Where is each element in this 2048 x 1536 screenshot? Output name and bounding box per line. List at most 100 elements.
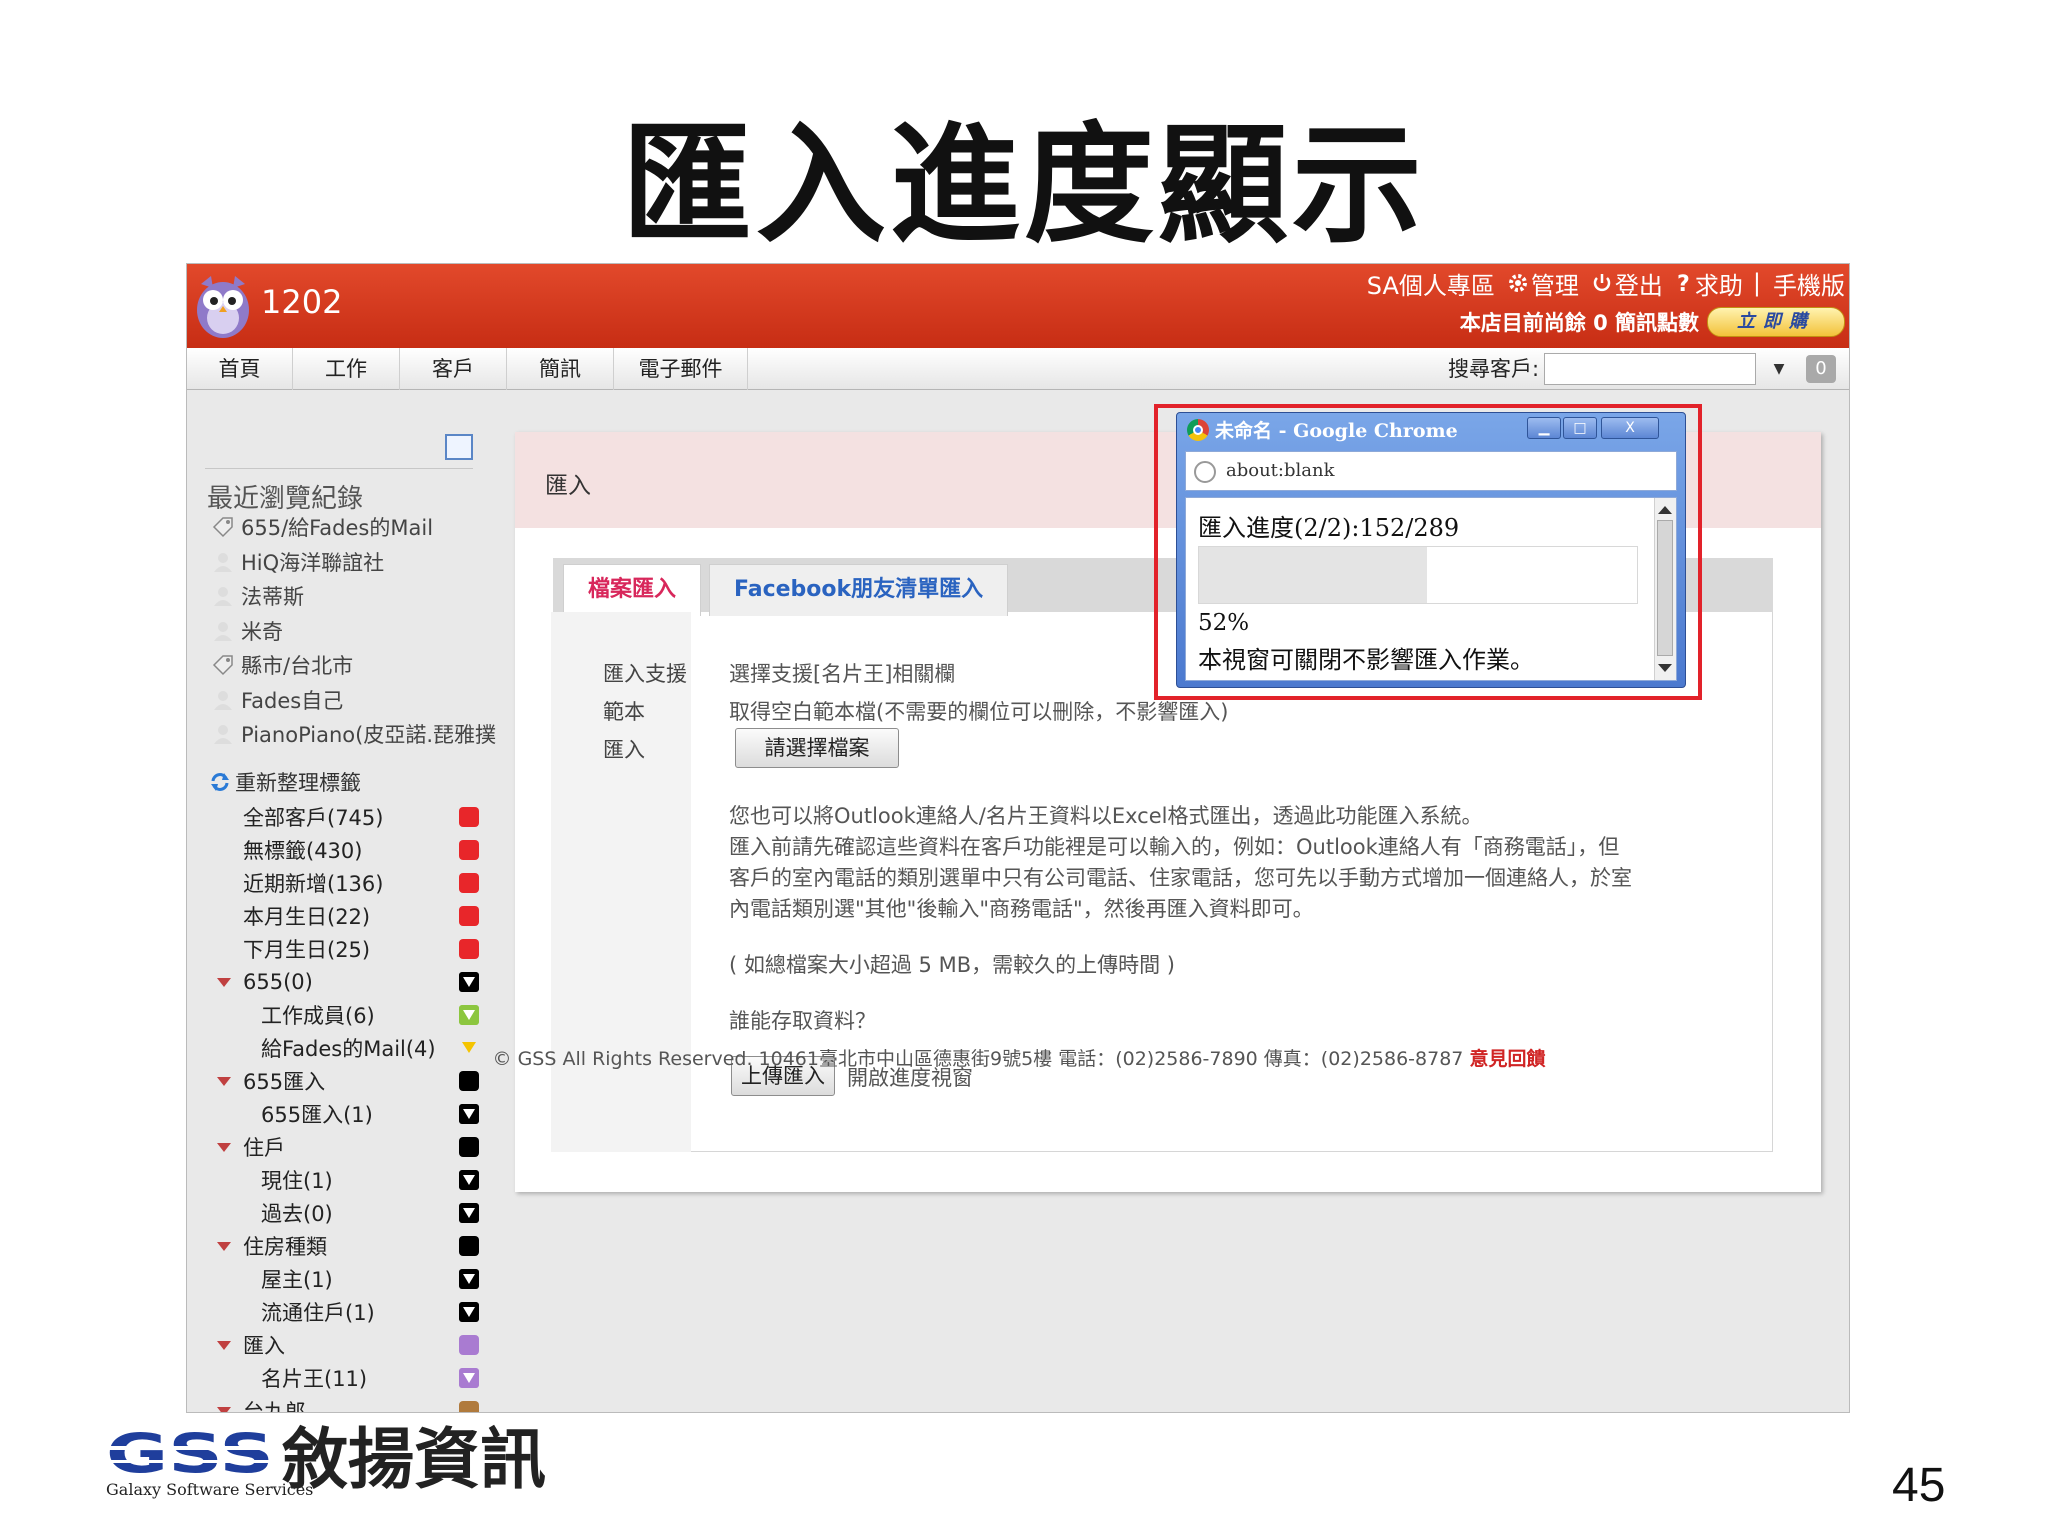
content-heading: 匯入 — [545, 473, 591, 499]
minimize-button[interactable]: ▁ — [1527, 417, 1561, 439]
scroll-up-icon[interactable] — [1658, 506, 1672, 514]
template-download-link[interactable]: 取得空白範本檔(不需要的欄位可以刪除，不影響匯入) — [729, 696, 1228, 726]
tag-item-label: 下月生日(25) — [243, 938, 371, 962]
search-customer-input[interactable] — [1544, 353, 1756, 385]
tag-filter-icon[interactable] — [459, 1005, 479, 1025]
tag-filter-icon[interactable] — [459, 1368, 479, 1388]
nav-tab-sms[interactable]: 簡訊 — [507, 348, 614, 390]
globe-icon — [1194, 461, 1216, 483]
sidebar-collapse-icon[interactable] — [445, 434, 473, 460]
maximize-button[interactable]: □ — [1563, 417, 1597, 439]
nav-tab-work[interactable]: 工作 — [293, 348, 400, 390]
recent-item[interactable]: Fades自己 — [211, 685, 343, 715]
tag-item[interactable]: 屋主(1) — [261, 1264, 333, 1294]
progress-popup-window[interactable]: 未命名 - Google Chrome ▁ □ X about:blank 匯入… — [1176, 412, 1686, 688]
recent-item[interactable]: 縣市/台北市 — [211, 650, 353, 680]
recent-item[interactable]: 法蒂斯 — [211, 581, 304, 611]
tag-color-swatch[interactable] — [459, 840, 479, 860]
recent-item[interactable]: 米奇 — [211, 616, 283, 646]
scroll-down-icon[interactable] — [1658, 664, 1672, 672]
tag-item[interactable]: 現住(1) — [261, 1165, 333, 1195]
recent-item-label: HiQ海洋聯誼社 — [241, 550, 385, 575]
sms-balance-text: 本店目前尚餘 0 簡訊點數 — [1459, 311, 1699, 335]
tag-filter-icon[interactable] — [459, 972, 479, 992]
tag-filter-icon[interactable] — [459, 1104, 479, 1124]
help-link[interactable]: ? 求助 — [1675, 266, 1743, 301]
page-number: 45 — [1892, 1459, 1946, 1512]
tag-color-swatch[interactable] — [459, 1137, 479, 1157]
tag-filter-icon[interactable] — [459, 1269, 479, 1289]
access-question-link[interactable]: 誰能存取資料？ — [729, 1005, 876, 1035]
expand-arrow-icon[interactable] — [217, 978, 231, 987]
tag-color-swatch[interactable] — [459, 807, 479, 827]
nav-tab-customers[interactable]: 客戶 — [400, 348, 507, 390]
tag-item-label: 名片王(11) — [261, 1367, 368, 1391]
expand-arrow-icon[interactable] — [217, 1143, 231, 1152]
popup-address-bar[interactable]: about:blank — [1185, 451, 1677, 491]
tag-filter-icon[interactable] — [459, 1170, 479, 1190]
expand-arrow-icon[interactable] — [217, 1407, 231, 1412]
recent-item[interactable]: 655/給Fades的Mail — [211, 512, 433, 542]
tag-item[interactable]: 過去(0) — [261, 1198, 333, 1228]
popup-close-note: 本視窗可關閉不影響匯入作業。 — [1198, 646, 1534, 674]
tag-item[interactable]: 無標籤(430) — [243, 835, 362, 865]
tab-facebook-import[interactable]: Facebook朋友清單匯入 — [709, 564, 1009, 616]
feedback-link[interactable]: 意見回饋 — [1469, 1048, 1545, 1070]
tag-item-label: 本月生日(22) — [243, 905, 371, 929]
tag-item[interactable]: 住房種類 — [243, 1231, 327, 1261]
nav-tab-email[interactable]: 電子郵件 — [614, 348, 748, 390]
tag-item[interactable]: 下月生日(25) — [243, 934, 370, 964]
sa-personal-link[interactable]: SA個人專區 — [1367, 266, 1495, 301]
tag-item[interactable]: 全部客戶(745) — [243, 802, 383, 832]
popup-scrollbar[interactable] — [1654, 498, 1676, 680]
description-line-3: 客戶的室內電話的類別選單中只有公司電話、住家電話，您可先以手動方式增加一個連絡人… — [729, 866, 1632, 890]
tag-filter-icon[interactable] — [459, 1302, 479, 1322]
tab-file-import[interactable]: 檔案匯入 — [563, 564, 702, 616]
tag-color-swatch[interactable] — [459, 1236, 479, 1256]
tag-color-swatch[interactable] — [459, 1335, 479, 1355]
close-button[interactable]: X — [1601, 417, 1659, 439]
recent-item[interactable]: PianoPiano(皮亞諾.琵雅撲 — [211, 719, 496, 749]
tag-item[interactable]: 近期新增(136) — [243, 868, 383, 898]
expand-arrow-icon[interactable] — [217, 1077, 231, 1086]
scroll-thumb[interactable] — [1657, 520, 1673, 656]
tag-item[interactable]: 655匯入(1) — [261, 1099, 373, 1129]
choose-file-button[interactable]: 請選擇檔案 — [735, 728, 899, 768]
logout-link[interactable]: 登出 — [1591, 266, 1663, 301]
tag-color-swatch[interactable] — [459, 1401, 479, 1412]
tag-icon — [211, 515, 235, 539]
tag-item[interactable]: 台九郎 — [243, 1396, 306, 1412]
tag-item[interactable]: 工作成員(6) — [261, 1000, 375, 1030]
tag-item[interactable]: 流通住戶(1) — [261, 1297, 375, 1327]
slide: 匯入進度顯示 1202 SA個人專區 管理 登出 ? 求助 | 手機版 本店目前… — [0, 0, 2048, 1536]
person-icon — [211, 619, 235, 643]
tag-filter-icon[interactable] — [459, 1203, 479, 1223]
app-header: 1202 SA個人專區 管理 登出 ? 求助 | 手機版 本店目前尚餘 0 簡訊… — [187, 264, 1849, 348]
tag-icon — [211, 653, 235, 677]
nav-tab-home[interactable]: 首頁 — [187, 348, 293, 390]
tag-color-swatch[interactable] — [459, 939, 479, 959]
tag-item[interactable]: 住戶 — [243, 1132, 285, 1162]
tag-item[interactable]: 本月生日(22) — [243, 901, 370, 931]
tag-item[interactable]: 655(0) — [243, 967, 313, 997]
recent-item[interactable]: HiQ海洋聯誼社 — [211, 547, 384, 577]
tag-item-label: 住戶 — [243, 1136, 285, 1160]
popup-titlebar[interactable]: 未命名 - Google Chrome ▁ □ X — [1177, 413, 1685, 445]
import-support-text: 選擇支援[名片王]相關欄 — [729, 662, 956, 686]
expand-arrow-icon[interactable] — [217, 1242, 231, 1251]
recent-item-label: Fades自己 — [241, 688, 344, 713]
expand-arrow-icon[interactable] — [217, 1341, 231, 1350]
tag-item[interactable]: 名片王(11) — [261, 1363, 367, 1393]
search-dropdown-button[interactable]: ▼ — [1766, 356, 1792, 382]
form-label-column — [551, 612, 691, 1152]
tag-item[interactable]: 匯入 — [243, 1330, 285, 1360]
search-customer-label: 搜尋客戶: — [1448, 357, 1540, 381]
tag-color-swatch[interactable] — [459, 873, 479, 893]
buy-now-button[interactable]: 立即購 — [1707, 307, 1845, 337]
reorganize-tags-link[interactable]: 重新整理標籤 — [209, 768, 361, 796]
tag-color-swatch[interactable] — [459, 906, 479, 926]
tag-color-swatch[interactable] — [459, 1071, 479, 1091]
mobile-version-link[interactable]: 手機版 — [1773, 266, 1845, 301]
manage-link[interactable]: 管理 — [1507, 266, 1579, 301]
search-go-button[interactable]: 0 — [1806, 355, 1836, 383]
